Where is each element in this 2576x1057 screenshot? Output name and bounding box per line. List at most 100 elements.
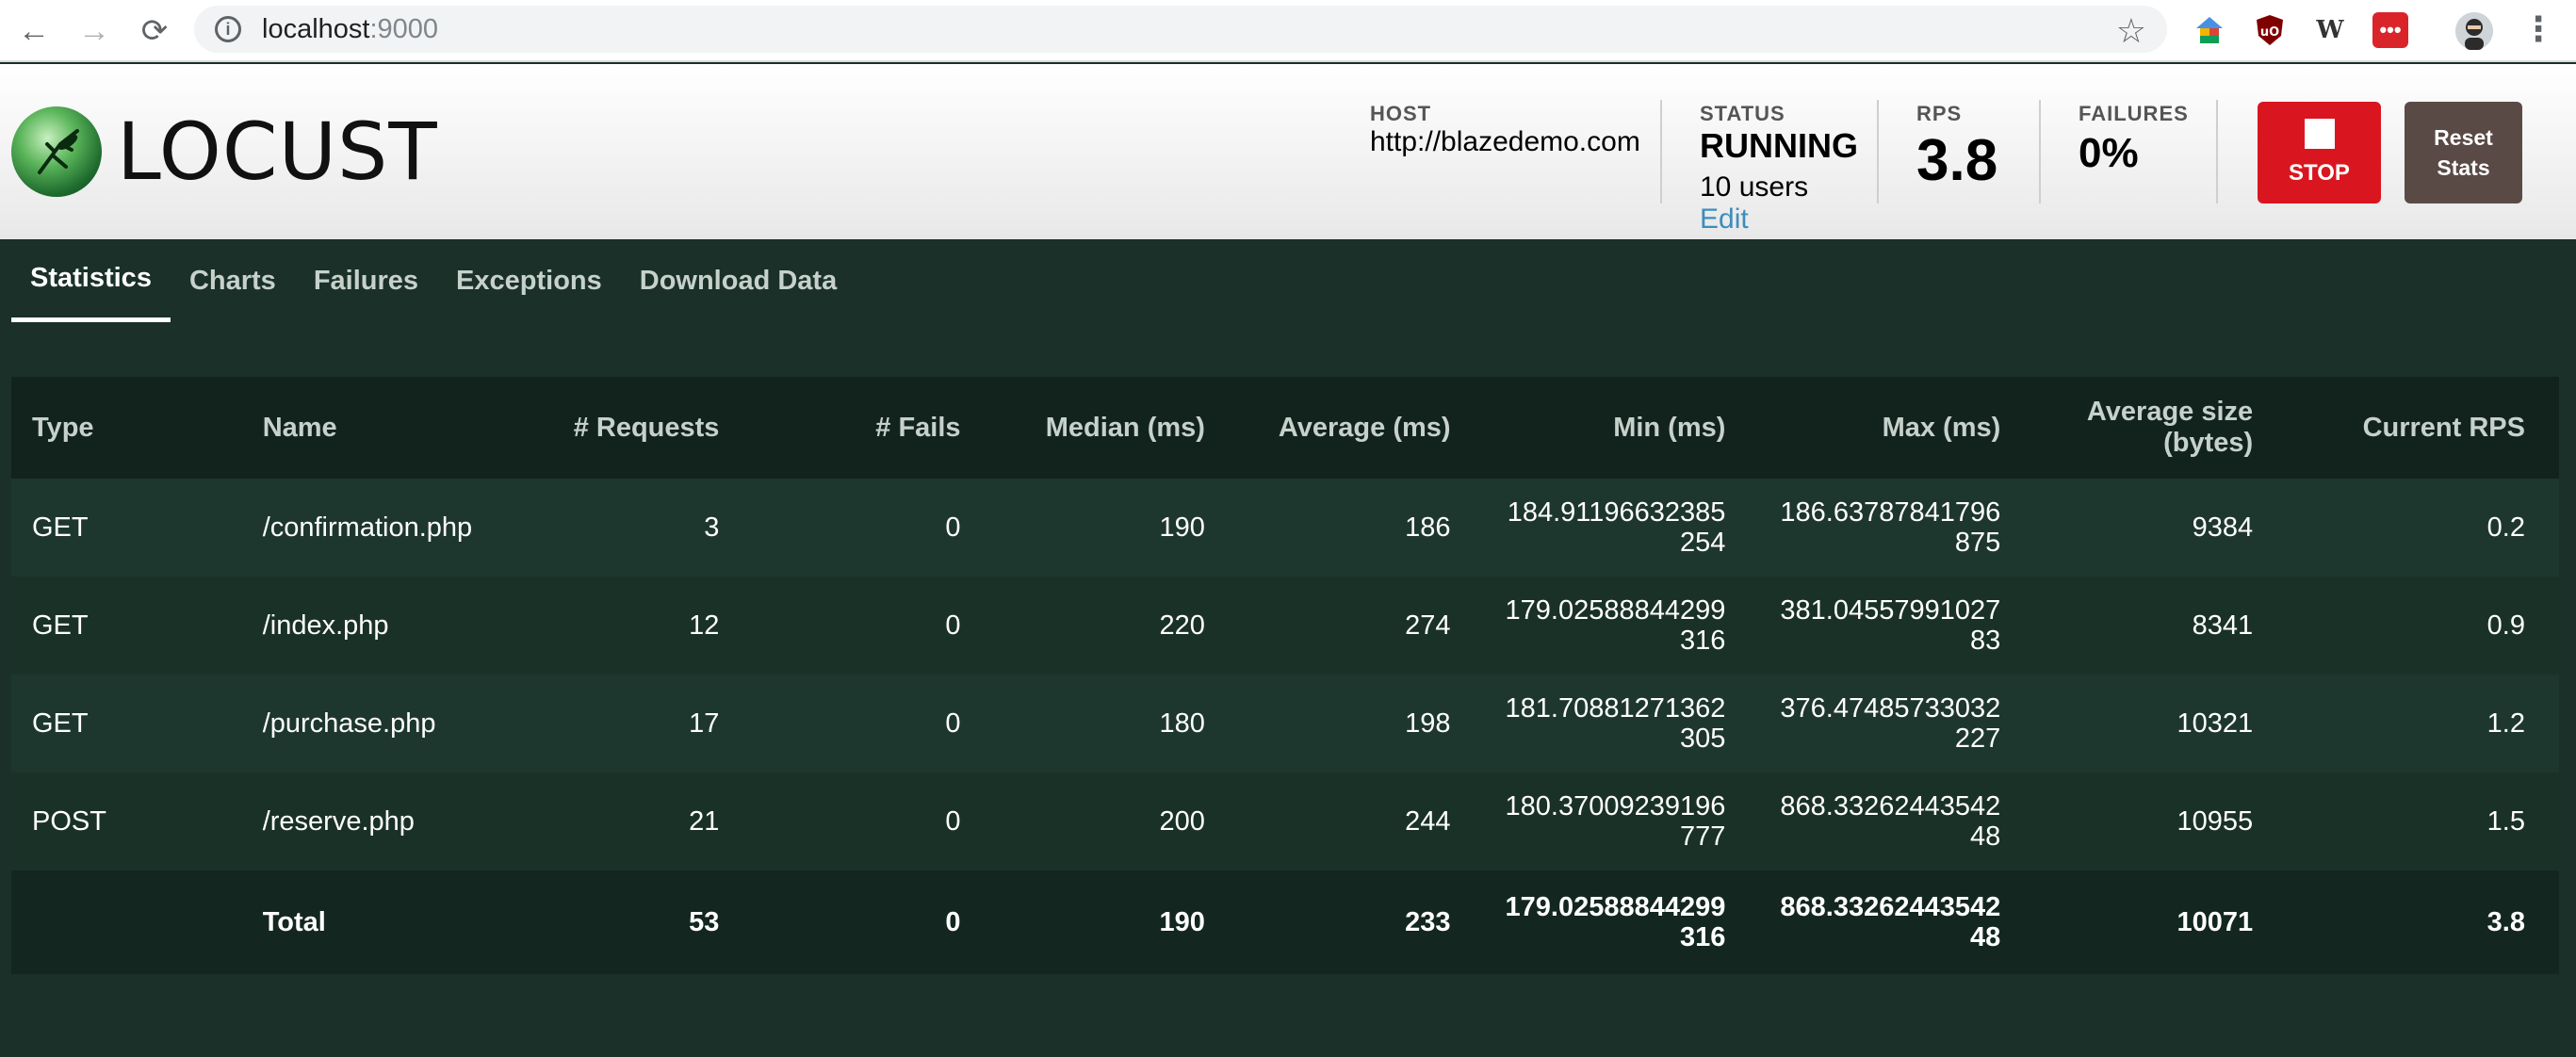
header-divider: [1877, 100, 1879, 203]
table-row: POST /reserve.php 21 0 200 244 180.37009…: [11, 772, 2559, 870]
cell-average: 244: [1238, 772, 1485, 870]
cell-rps: 0.2: [2287, 479, 2559, 577]
table-row: GET /index.php 12 0 220 274 179.02588844…: [11, 577, 2559, 675]
status-stat: STATUS RUNNING 10 users Edit: [1700, 102, 1858, 236]
col-type-header[interactable]: Type: [11, 377, 242, 479]
cell-rps: 1.5: [2287, 772, 2559, 870]
col-fails-header[interactable]: # Fails: [753, 377, 995, 479]
col-average-header[interactable]: Average (ms): [1238, 377, 1485, 479]
cell-median: 200: [994, 772, 1239, 870]
profile-avatar[interactable]: [2455, 12, 2493, 50]
table-row: GET /purchase.php 17 0 180 198 181.70881…: [11, 675, 2559, 772]
cell-size: 10955: [2034, 772, 2288, 870]
cell-name: /index.php: [241, 577, 507, 675]
reset-stats-button[interactable]: Reset Stats: [2405, 102, 2522, 203]
col-size-header[interactable]: Average size (bytes): [2034, 377, 2288, 479]
cell-requests: 17: [506, 675, 754, 772]
statistics-table: Type Name # Requests # Fails Median (ms)…: [11, 377, 2559, 974]
cell-rps: 1.2: [2287, 675, 2559, 772]
cell-min: 179.02588844299 316: [1484, 577, 1760, 675]
back-arrow-icon[interactable]: ←: [13, 10, 55, 52]
cell-median: 190: [994, 479, 1239, 577]
url-text: localhost:9000: [262, 13, 439, 44]
cell-median: 220: [994, 577, 1239, 675]
cell-fails: 0: [753, 870, 995, 974]
reset-label-line1: Reset: [2434, 125, 2493, 150]
cell-average: 233: [1238, 870, 1485, 974]
tab-download-data[interactable]: Download Data: [621, 239, 856, 322]
host-stat: HOST http://blazedemo.com: [1370, 102, 1640, 158]
tab-exceptions[interactable]: Exceptions: [437, 239, 621, 322]
failures-stat: FAILURES 0%: [2079, 102, 2189, 177]
cell-min: 181.70881271362 305: [1484, 675, 1760, 772]
wikipedia-extension-icon[interactable]: W: [2312, 12, 2348, 48]
lastpass-extension-icon[interactable]: •••: [2372, 12, 2408, 48]
host-label: HOST: [1370, 102, 1432, 125]
browser-toolbar: ← → ⟳ i localhost:9000 ☆ uO W ••• ⋮: [0, 0, 2576, 62]
cell-fails: 0: [753, 675, 995, 772]
cell-fails: 0: [753, 479, 995, 577]
cell-requests: 3: [506, 479, 754, 577]
cell-requests: 12: [506, 577, 754, 675]
cell-fails: 0: [753, 772, 995, 870]
cell-max: 868.33262443542 48: [1759, 870, 2035, 974]
table-header-row: Type Name # Requests # Fails Median (ms)…: [11, 377, 2559, 479]
header-divider: [2216, 100, 2218, 203]
browser-menu-icon[interactable]: ⋮: [2521, 9, 2555, 49]
col-requests-header[interactable]: # Requests: [506, 377, 754, 479]
cell-max: 376.47485733032 227: [1759, 675, 2035, 772]
cell-rps: 0.9: [2287, 577, 2559, 675]
cell-min: 184.91196632385 254: [1484, 479, 1760, 577]
logo-text: LOCUST: [117, 106, 438, 198]
cell-min: 180.37009239196 777: [1484, 772, 1760, 870]
site-info-icon[interactable]: i: [215, 16, 241, 42]
locust-logo: LOCUST: [11, 106, 438, 198]
ublock-origin-icon[interactable]: uO: [2252, 12, 2288, 48]
bookmark-star-icon[interactable]: ☆: [2116, 11, 2146, 51]
forward-arrow-icon[interactable]: →: [73, 10, 115, 52]
rps-label: RPS: [1916, 102, 1963, 125]
svg-text:uO: uO: [2260, 25, 2279, 40]
cell-name: /reserve.php: [241, 772, 507, 870]
cell-median: 190: [994, 870, 1239, 974]
cell-type: GET: [11, 577, 242, 675]
col-max-header[interactable]: Max (ms): [1759, 377, 2035, 479]
cell-requests: 53: [506, 870, 754, 974]
cell-max: 868.33262443542 48: [1759, 772, 2035, 870]
cell-median: 180: [994, 675, 1239, 772]
reload-icon[interactable]: ⟳: [134, 10, 175, 52]
reset-label-line2: Stats: [2437, 155, 2490, 180]
col-name-header[interactable]: Name: [241, 377, 507, 479]
home-extension-icon[interactable]: [2192, 12, 2227, 48]
cell-requests: 21: [506, 772, 754, 870]
tab-failures[interactable]: Failures: [295, 239, 437, 322]
header-divider: [2039, 100, 2041, 203]
cell-min: 179.02588844299 316: [1484, 870, 1760, 974]
rps-value: 3.8: [1916, 128, 1998, 193]
status-value: RUNNING: [1700, 126, 1858, 165]
cell-max: 186.63787841796 875: [1759, 479, 2035, 577]
status-label: STATUS: [1700, 102, 1785, 125]
cell-name: /purchase.php: [241, 675, 507, 772]
stop-button[interactable]: STOP: [2258, 102, 2381, 203]
col-median-header[interactable]: Median (ms): [994, 377, 1239, 479]
edit-users-link[interactable]: Edit: [1700, 203, 1858, 236]
cell-size: 10071: [2034, 870, 2288, 974]
host-value: http://blazedemo.com: [1370, 126, 1640, 157]
cell-size: 9384: [2034, 479, 2288, 577]
cell-name: Total: [241, 870, 507, 974]
tab-statistics[interactable]: Statistics: [11, 239, 171, 322]
col-min-header[interactable]: Min (ms): [1484, 377, 1760, 479]
address-bar[interactable]: i localhost:9000 ☆: [194, 6, 2167, 53]
cell-name: /confirmation.php: [241, 479, 507, 577]
col-rps-header[interactable]: Current RPS: [2287, 377, 2559, 479]
cell-fails: 0: [753, 577, 995, 675]
failures-label: FAILURES: [2079, 102, 2189, 125]
table-total-row: Total 53 0 190 233 179.02588844299 316 86…: [11, 870, 2559, 974]
failures-value: 0%: [2079, 130, 2139, 176]
header-divider: [1660, 100, 1662, 203]
tab-charts[interactable]: Charts: [171, 239, 295, 322]
stop-icon: [2304, 119, 2335, 149]
cell-average: 198: [1238, 675, 1485, 772]
cell-average: 274: [1238, 577, 1485, 675]
